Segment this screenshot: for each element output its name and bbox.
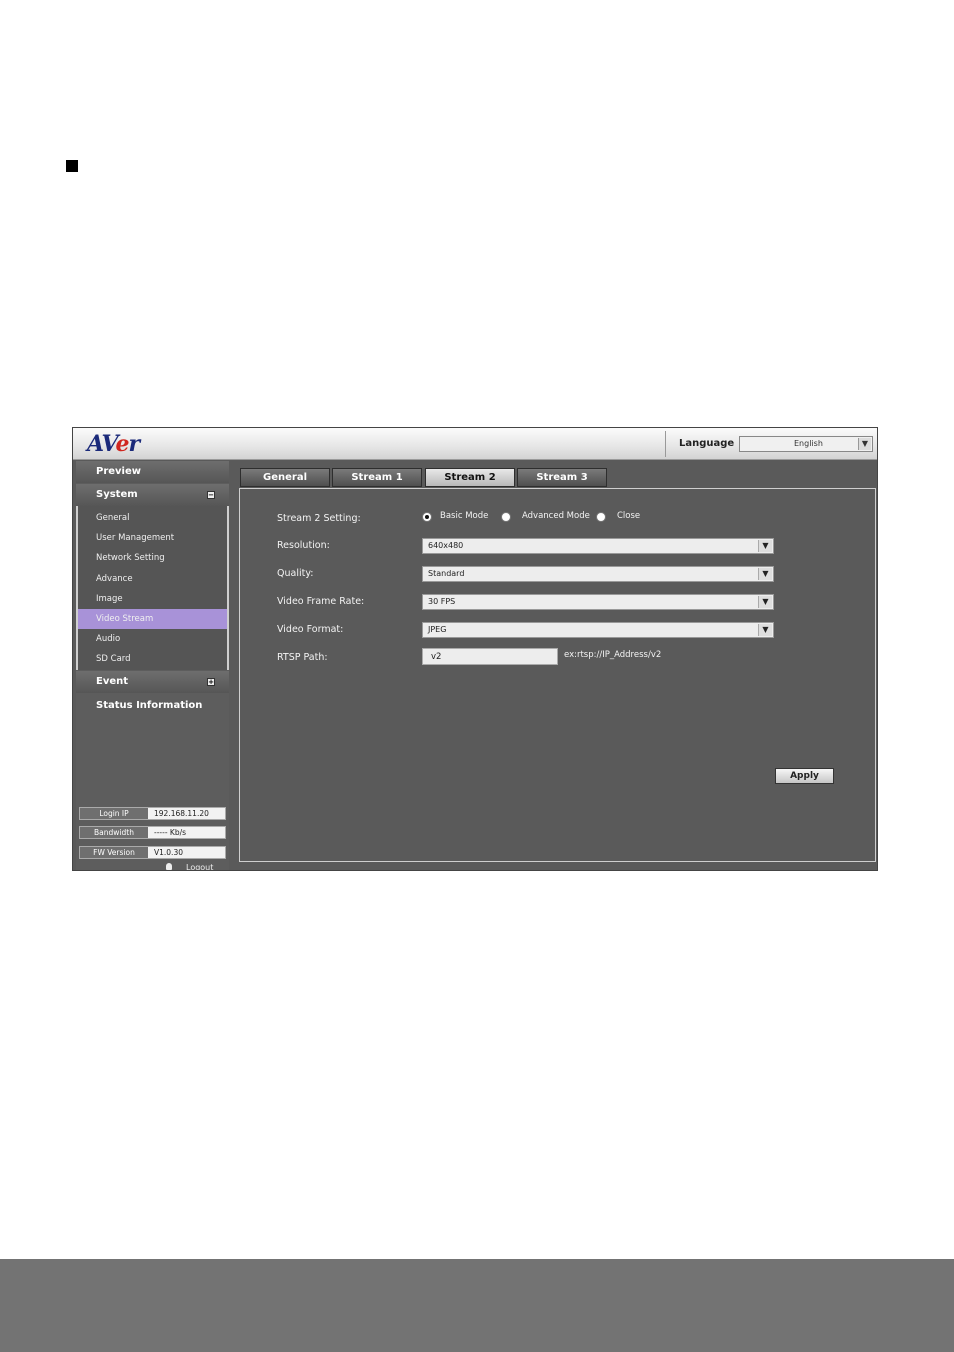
rtsp-path-input[interactable] [422,648,558,665]
apply-button[interactable]: Apply [775,768,834,784]
chevron-down-icon[interactable]: ▼ [758,540,772,552]
expand-icon[interactable]: + [207,678,215,686]
system-submenu: General User Management Network Setting … [76,506,229,670]
fw-version-value: V1.0.30 [154,848,183,857]
login-ip-label: Login IP [80,808,148,819]
sidebar-item-label: Event [96,676,129,687]
sidebar-item-user-management[interactable]: User Management [78,528,227,548]
sidebar-item-video-stream[interactable]: Video Stream [78,609,227,629]
sidebar-item-system[interactable]: System − [76,484,229,506]
sidebar: Preview System − General User Management… [76,461,229,871]
sidebar-item-status-information[interactable]: Status Information [76,695,229,717]
frame-rate-select[interactable]: 30 FPS ▼ [422,594,774,610]
page-footer-bar [0,1259,954,1352]
video-format-select[interactable]: JPEG ▼ [422,622,774,638]
close-radio[interactable] [596,512,606,522]
logout-label: Logout [186,863,214,871]
advanced-mode-label: Advanced Mode [522,511,590,521]
bandwidth-value: ----- Kb/s [154,828,187,837]
divider [665,431,666,457]
close-label: Close [617,511,641,521]
chevron-down-icon[interactable]: ▼ [858,438,871,450]
video-format-value: JPEG [428,625,447,634]
fw-version-label: FW Version [80,847,148,858]
resolution-label: Resolution: [277,540,330,551]
sidebar-item-label: System [96,489,138,500]
tab-general[interactable]: General [240,468,330,487]
video-format-label: Video Format: [277,624,344,635]
bullet-square [66,160,78,172]
fw-version-row: FW Version V1.0.30 [79,846,226,859]
rtsp-path-label: RTSP Path: [277,652,328,663]
frame-rate-value: 30 FPS [428,597,456,606]
login-ip-value: 192.168.11.20 [154,809,209,818]
aver-logo: AVer [87,431,140,457]
chevron-down-icon[interactable]: ▼ [758,624,772,636]
stream-setting-label: Stream 2 Setting: [277,513,361,524]
quality-value: Standard [428,569,465,578]
language-label: Language [679,438,735,449]
camera-web-ui: AVer Language English ▼ Preview System −… [72,427,878,871]
sidebar-item-event[interactable]: Event + [76,671,229,693]
stream-settings-panel: Stream 2 Setting: Basic Mode Advanced Mo… [239,488,876,862]
sidebar-item-network-setting[interactable]: Network Setting [78,548,227,568]
basic-mode-label: Basic Mode [440,511,489,521]
language-value: English [794,439,823,448]
quality-label: Quality: [277,568,314,579]
quality-select[interactable]: Standard ▼ [422,566,774,582]
tab-stream-3[interactable]: Stream 3 [517,468,607,487]
chevron-down-icon[interactable]: ▼ [758,596,772,608]
sidebar-item-preview[interactable]: Preview [76,461,229,483]
login-ip-row: Login IP 192.168.11.20 [79,807,226,820]
language-select[interactable]: English ▼ [739,436,873,452]
frame-rate-label: Video Frame Rate: [277,596,365,607]
sidebar-item-advance[interactable]: Advance [78,569,227,589]
tab-stream-2[interactable]: Stream 2 [425,468,515,487]
logout-link[interactable]: Logout [166,863,214,871]
advanced-mode-radio[interactable] [501,512,511,522]
tab-stream-1[interactable]: Stream 1 [332,468,422,487]
user-icon [166,863,172,870]
sidebar-item-audio[interactable]: Audio [78,629,227,649]
sidebar-item-image[interactable]: Image [78,589,227,609]
bandwidth-label: Bandwidth [80,827,148,838]
sidebar-item-general[interactable]: General [78,508,227,528]
bandwidth-row: Bandwidth ----- Kb/s [79,826,226,839]
basic-mode-radio[interactable] [422,512,432,522]
chevron-down-icon[interactable]: ▼ [758,568,772,580]
sidebar-item-sd-card[interactable]: SD Card [78,649,227,669]
top-bar: AVer Language English ▼ [73,428,877,460]
resolution-value: 640x480 [428,541,464,550]
rtsp-path-hint: ex:rtsp://IP_Address/v2 [564,650,662,660]
collapse-icon[interactable]: − [207,491,215,499]
resolution-select[interactable]: 640x480 ▼ [422,538,774,554]
